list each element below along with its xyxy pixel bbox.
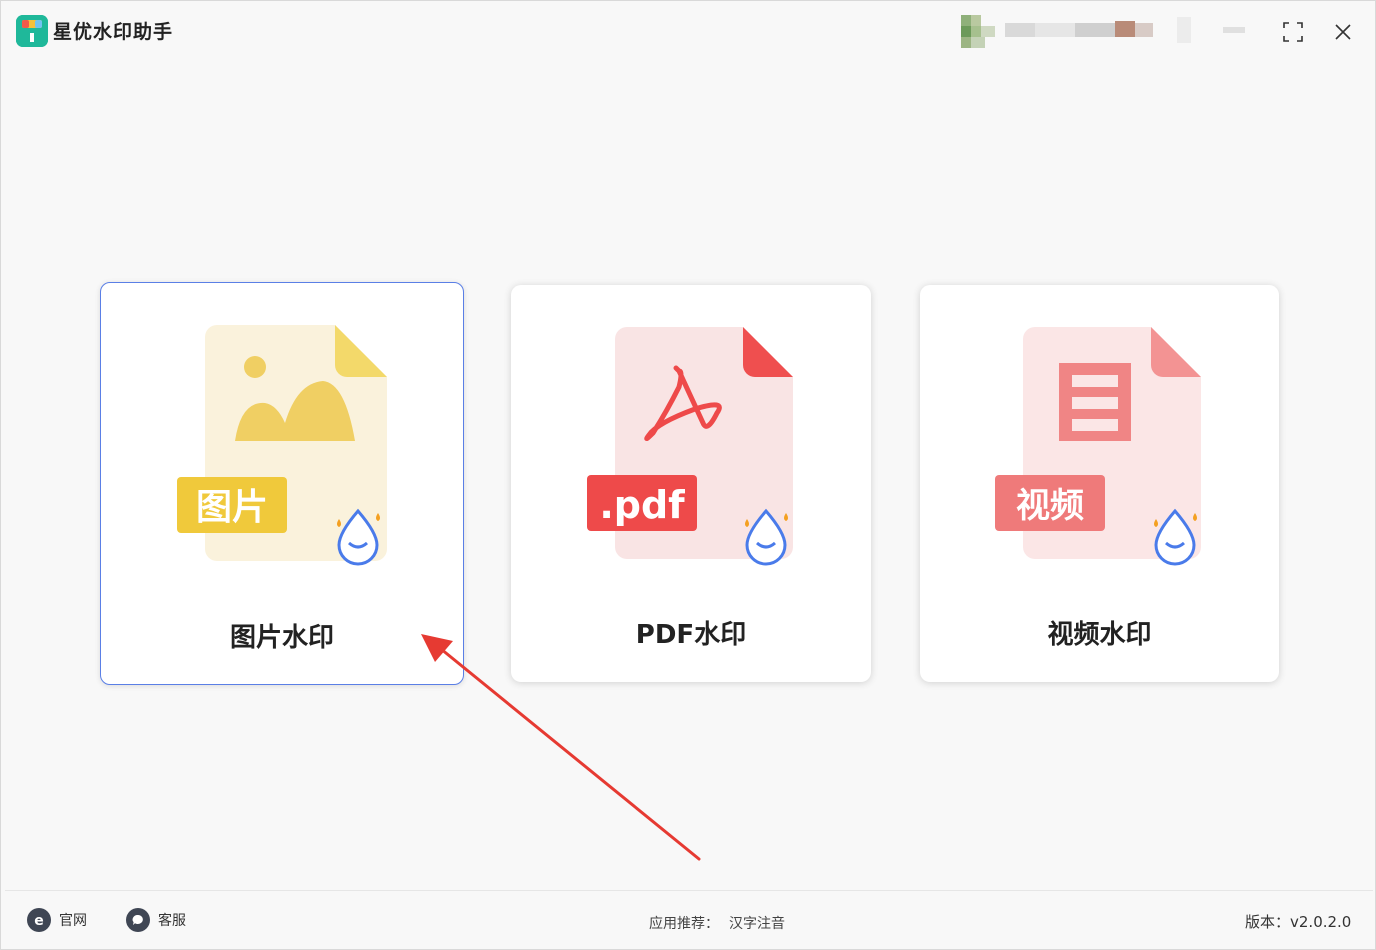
official-site-link[interactable]: e 官网: [27, 908, 87, 932]
pdf-watermark-label: PDF水印: [635, 620, 747, 650]
user-info[interactable]: [959, 15, 1259, 49]
video-watermark-label: 视频水印: [1047, 620, 1152, 650]
video-watermark-card[interactable]: 视频 视频水印: [920, 285, 1279, 682]
app-recommendation: 应用推荐： 汉字注音: [649, 913, 785, 933]
chat-bubble-icon: [126, 908, 150, 932]
pdf-watermark-card[interactable]: .pdf PDF水印: [511, 285, 871, 682]
image-file-icon: 图片: [177, 325, 387, 566]
pdf-badge-text: .pdf: [599, 483, 685, 527]
paint-roller-icon: [16, 15, 48, 47]
version-label: 版本：v2.0.2.0: [1245, 913, 1352, 931]
customer-service-label: 客服: [158, 913, 186, 929]
app-window: 星优水印助手 图片 图片水印 .pdf PDF水印 视频 视频水印 e 官网 客…: [0, 0, 1376, 950]
image-watermark-card[interactable]: 图片 图片水印: [100, 282, 464, 685]
image-watermark-label: 图片水印: [229, 623, 334, 653]
recommended-app-link[interactable]: 汉字注音: [729, 916, 785, 932]
image-badge-text: 图片: [196, 487, 268, 528]
browser-icon: e: [27, 908, 51, 932]
customer-service-link[interactable]: 客服: [126, 908, 186, 932]
pdf-file-icon: .pdf: [587, 327, 793, 566]
close-button[interactable]: [1330, 19, 1356, 45]
official-site-label: 官网: [59, 913, 87, 929]
title-bar: 星优水印助手: [1, 1, 1375, 63]
app-title: 星优水印助手: [53, 21, 174, 43]
close-icon: [1335, 24, 1351, 40]
video-file-icon: 视频: [995, 327, 1201, 566]
maximize-icon: [1283, 22, 1303, 42]
footer-bar: e 官网 客服 应用推荐： 汉字注音 版本：v2.0.2.0: [5, 890, 1373, 949]
video-badge-text: 视频: [1016, 486, 1084, 526]
maximize-button[interactable]: [1280, 19, 1306, 45]
recommend-prefix: 应用推荐：: [649, 916, 719, 932]
svg-text:e: e: [34, 913, 44, 928]
